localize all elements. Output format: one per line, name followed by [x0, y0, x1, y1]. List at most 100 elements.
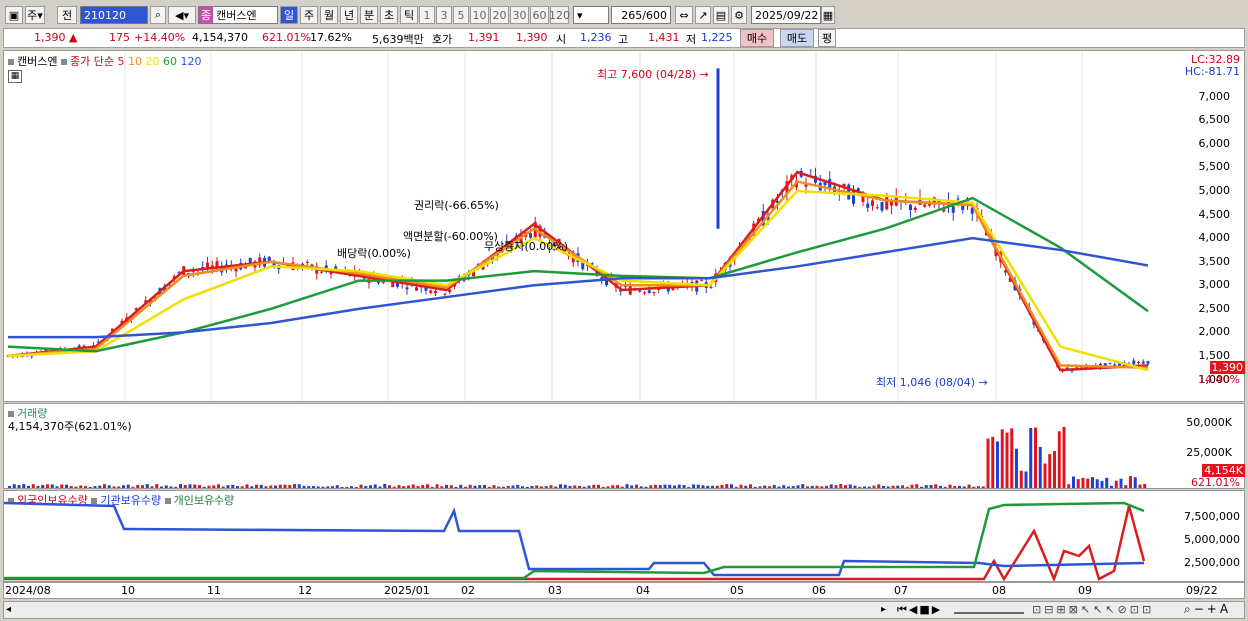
volume-bar — [1095, 479, 1099, 488]
volume-bar — [17, 485, 21, 488]
buy-button[interactable]: 매수 — [740, 29, 774, 47]
volume-bar — [426, 484, 429, 488]
scrollbar[interactable]: ◂ ▸ ⏮◀■▶ ⊡⊟⊞⊠↖↖↖⊘⊡⊡ ⌕−+A — [3, 601, 1245, 619]
save-icon[interactable]: ▤ — [713, 6, 729, 24]
y-tick: 3,500 — [1198, 254, 1231, 268]
period-tabs: 일주월년분초틱 — [280, 3, 420, 25]
volume-bar — [1067, 484, 1071, 488]
volume-bar — [259, 484, 263, 488]
volume-bar — [193, 484, 197, 488]
scroll-left-icon[interactable]: ◂ — [6, 604, 11, 615]
date-field[interactable]: 2025/09/22 — [751, 6, 821, 24]
volume-bar — [1072, 476, 1075, 488]
speaker-icon[interactable]: ◀▾ — [168, 6, 196, 24]
period-0[interactable]: 일 — [280, 6, 298, 24]
volume-bar — [65, 484, 68, 488]
interval-30[interactable]: 30 — [510, 6, 529, 24]
playback-icons[interactable]: ⏮◀■▶ — [897, 603, 942, 617]
zoom-controls-icon[interactable]: ⌕−+A — [1184, 602, 1231, 617]
interval-1[interactable]: 1 — [419, 6, 435, 24]
volume-bar — [611, 485, 615, 488]
period-6[interactable]: 틱 — [400, 6, 418, 24]
calendar-icon[interactable]: ▦ — [821, 6, 835, 24]
prev-button[interactable]: 전 — [57, 6, 77, 24]
period-5[interactable]: 초 — [380, 6, 398, 24]
volume-bar — [117, 486, 121, 488]
low-note: 최저 1,046 (08/04) → — [876, 376, 988, 389]
hold-tick-1: 7,500,000 — [1184, 510, 1240, 523]
period-1[interactable]: 주 — [300, 6, 318, 24]
volume-bar — [321, 486, 325, 488]
ask: 1,391 — [468, 31, 500, 44]
search-icon[interactable]: ⌕ — [150, 6, 166, 24]
unit-select[interactable]: ▾ — [573, 6, 609, 24]
gear-icon[interactable]: ⚙ — [731, 6, 747, 24]
volume-bar — [236, 486, 239, 488]
volume-bar — [378, 486, 382, 488]
volume-bar — [445, 484, 448, 488]
volume-bar — [739, 484, 743, 488]
volume-bar — [720, 484, 724, 488]
name-field[interactable]: 종 캔버스엔 — [198, 6, 278, 24]
volume-bar — [620, 486, 624, 488]
interval-120[interactable]: 120 — [549, 6, 570, 24]
market-select[interactable]: 주 ▾ — [25, 6, 45, 24]
volume-bar — [867, 486, 871, 488]
volume-bar — [734, 486, 738, 488]
turnover: 17.62% — [310, 31, 352, 44]
period-3[interactable]: 년 — [340, 6, 358, 24]
open-label: 시 — [556, 33, 567, 46]
volume-bar — [84, 486, 87, 488]
volume-bar — [948, 484, 952, 488]
volume-bar — [454, 486, 458, 488]
volume-bar — [559, 484, 562, 488]
zoom-slider[interactable] — [954, 612, 1024, 614]
interval-10[interactable]: 10 — [470, 6, 489, 24]
window-icon[interactable]: ▣ — [5, 6, 23, 24]
interval-60[interactable]: 60 — [530, 6, 549, 24]
volume-bar — [407, 485, 410, 488]
candle — [951, 206, 955, 213]
volume-bar — [815, 485, 819, 488]
low-label: 저 — [686, 33, 697, 46]
code-input[interactable]: 210120 — [80, 6, 148, 24]
volume-chart[interactable] — [4, 404, 1176, 488]
hoga-label: 호가 — [432, 33, 453, 46]
candle — [1137, 361, 1140, 363]
sell-button[interactable]: 매도 — [780, 29, 814, 47]
candle — [1141, 361, 1145, 364]
y-tick: 5,000 — [1198, 184, 1231, 197]
volume-bar — [844, 485, 847, 488]
volume-bar — [525, 486, 529, 488]
interval-3[interactable]: 3 — [436, 6, 452, 24]
period-2[interactable]: 월 — [320, 6, 338, 24]
scroll-right-icon[interactable]: ▸ — [881, 604, 886, 615]
market-label: 주 — [27, 9, 38, 22]
eval-button[interactable]: 평 — [818, 29, 836, 47]
volume-bar — [293, 484, 296, 488]
event-rights: 권리락(-66.65%) — [414, 199, 499, 212]
interval-20[interactable]: 20 — [490, 6, 509, 24]
period-4[interactable]: 분 — [360, 6, 378, 24]
volume-bar — [141, 485, 144, 488]
volume-bar — [967, 484, 971, 488]
volume-bar — [449, 485, 453, 488]
volume-bar — [834, 485, 838, 488]
interval-5[interactable]: 5 — [453, 6, 469, 24]
volume-bar — [392, 486, 396, 488]
volume-bar — [430, 486, 434, 488]
candle — [643, 292, 646, 294]
holding-chart[interactable] — [4, 491, 1176, 581]
volume-bar — [1062, 426, 1066, 488]
volume-bar — [435, 484, 439, 488]
volume-bar — [635, 484, 638, 488]
price-chart[interactable] — [4, 51, 1176, 401]
count-field[interactable]: 265/600 — [611, 6, 671, 24]
candle — [405, 287, 409, 290]
draw-icon[interactable]: ↗ — [695, 6, 711, 24]
zoom-icon[interactable]: ⇔ — [675, 6, 693, 24]
volume-bar — [929, 484, 933, 488]
vol-ratio: 621.01% — [262, 31, 311, 44]
volume-bar — [506, 485, 510, 488]
chart-tool-icons[interactable]: ⊡⊟⊞⊠↖↖↖⊘⊡⊡ — [1032, 603, 1154, 616]
